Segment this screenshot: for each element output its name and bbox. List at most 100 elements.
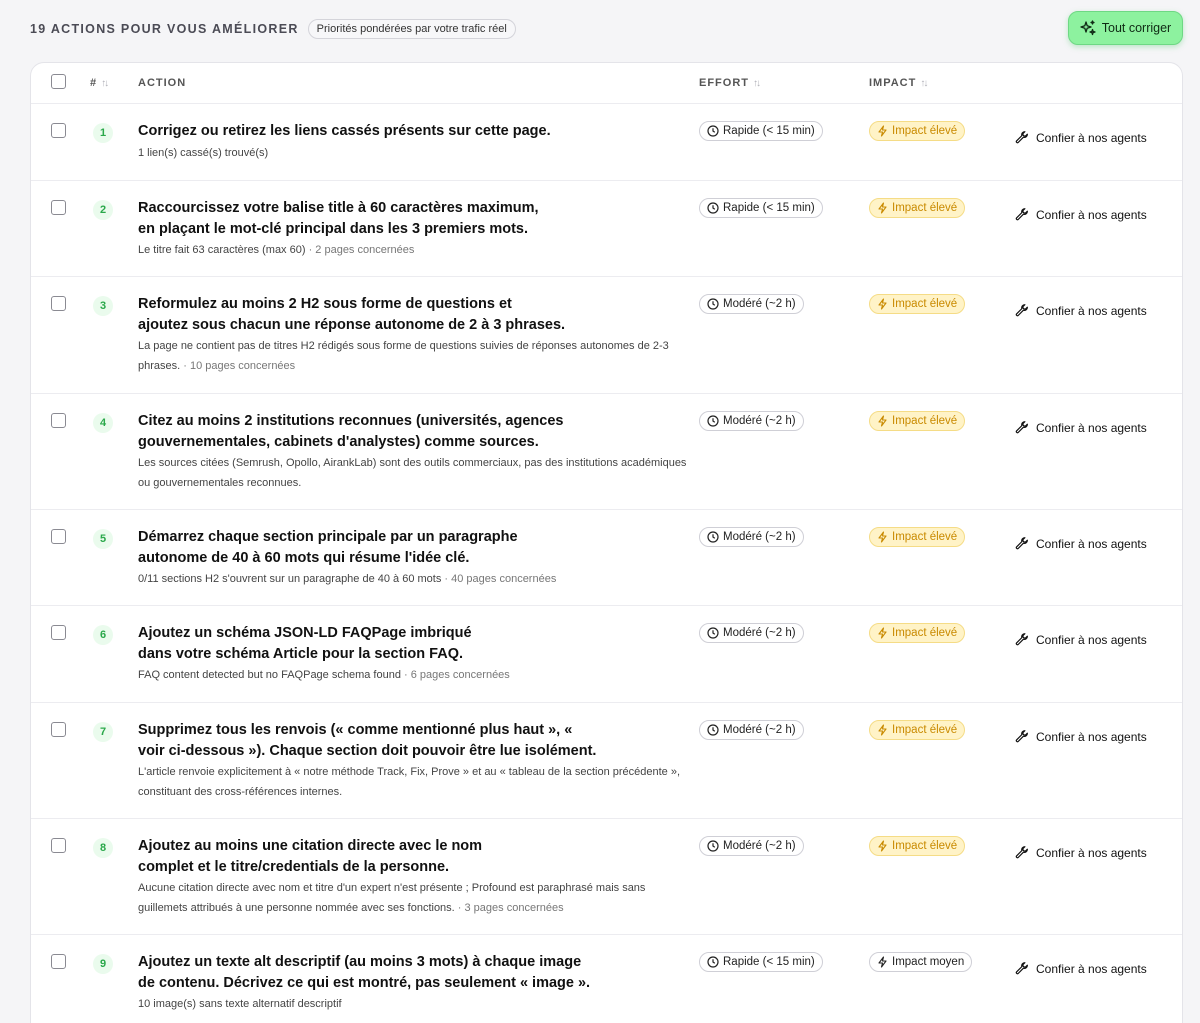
action-title: Supprimez tous les renvois (« comme ment…	[138, 722, 597, 759]
column-action-header: ACTION	[138, 77, 187, 89]
wrench-icon	[1015, 304, 1028, 317]
pages-count: · 6 pages concernées	[400, 669, 510, 681]
action-detail: Les sources citées (Semrush, Opollo, Air…	[138, 454, 688, 493]
action-detail-text: 1 lien(s) cassé(s) trouvé(s)	[138, 146, 269, 159]
impact-label: Impact élevé	[892, 531, 958, 543]
sparkles-icon	[1080, 20, 1096, 36]
fix-all-button[interactable]: Tout corriger	[1068, 11, 1183, 45]
row-checkbox[interactable]	[51, 529, 66, 544]
delegate-to-agents-button[interactable]: Confier à nos agents	[1015, 632, 1147, 647]
action-detail-text: Les sources citées (Semrush, Opollo, Air…	[138, 457, 687, 489]
priority-rank: 9	[93, 954, 113, 974]
row-checkbox[interactable]	[51, 200, 66, 215]
delegate-to-agents-button[interactable]: Confier à nos agents	[1015, 961, 1147, 976]
action-detail: 0/11 sections H2 s'ouvrent sur un paragr…	[138, 570, 688, 590]
delegate-label: Confier à nos agents	[1036, 207, 1147, 222]
lightning-bolt-icon	[878, 415, 887, 427]
action-detail-text: Aucune citation directe avec nom et titr…	[138, 882, 646, 914]
delegate-to-agents-button[interactable]: Confier à nos agents	[1015, 207, 1147, 222]
lightning-bolt-icon	[878, 724, 887, 736]
delegate-label: Confier à nos agents	[1036, 420, 1147, 435]
action-title: Ajoutez un texte alt descriptif (au moin…	[138, 954, 591, 991]
column-number-header[interactable]: # ↑↓	[90, 77, 109, 89]
delegate-to-agents-button[interactable]: Confier à nos agents	[1015, 729, 1147, 744]
wrench-icon	[1015, 208, 1028, 221]
actions-header: 19 ACTIONS POUR VOUS AMÉLIORER Priorités…	[30, 11, 1183, 45]
delegate-label: Confier à nos agents	[1036, 729, 1147, 744]
action-detail-text: 0/11 sections H2 s'ouvrent sur un paragr…	[138, 573, 442, 585]
lightning-bolt-icon	[878, 840, 887, 852]
effort-badge: Modéré (~2 h)	[699, 411, 804, 431]
effort-badge: Rapide (< 15 min)	[699, 198, 823, 218]
fix-all-label: Tout corriger	[1101, 21, 1172, 35]
effort-badge: Modéré (~2 h)	[699, 836, 804, 856]
delegate-label: Confier à nos agents	[1036, 130, 1147, 145]
effort-label: Modéré (~2 h)	[723, 724, 796, 736]
impact-label: Impact élevé	[892, 724, 958, 736]
action-cell: Démarrez chaque section principale par u…	[138, 527, 688, 590]
action-title: Ajoutez au moins une citation directe av…	[138, 838, 483, 875]
select-all-checkbox[interactable]	[51, 74, 66, 89]
delegate-to-agents-button[interactable]: Confier à nos agents	[1015, 303, 1147, 318]
action-title: Raccourcissez votre balise title à 60 ca…	[138, 200, 539, 237]
row-checkbox[interactable]	[51, 838, 66, 853]
clock-icon	[707, 298, 719, 310]
column-impact-header[interactable]: IMPACT ↑↓	[869, 77, 928, 89]
effort-badge: Rapide (< 15 min)	[699, 952, 823, 972]
action-detail-text: FAQ content detected but no FAQPage sche…	[138, 669, 401, 681]
sort-arrows-icon: ↑↓	[753, 77, 761, 89]
action-cell: Reformulez au moins 2 H2 sous forme de q…	[138, 294, 688, 376]
row-checkbox[interactable]	[51, 413, 66, 428]
sort-arrows-icon: ↑↓	[101, 77, 109, 89]
wrench-icon	[1015, 421, 1028, 434]
table-row: 3 Reformulez au moins 2 H2 sous forme de…	[31, 277, 1182, 394]
effort-label: Modéré (~2 h)	[723, 298, 796, 310]
table-row: 4 Citez au moins 2 institutions reconnue…	[31, 394, 1182, 510]
row-checkbox[interactable]	[51, 722, 66, 737]
impact-badge: Impact moyen	[869, 952, 973, 972]
clock-icon	[707, 531, 719, 543]
wrench-icon	[1015, 730, 1028, 743]
action-detail: 10 image(s) sans texte alternatif descri…	[138, 995, 688, 1015]
effort-label: Rapide (< 15 min)	[723, 125, 815, 137]
action-cell: Ajoutez un texte alt descriptif (au moin…	[138, 952, 688, 1015]
effort-badge: Modéré (~2 h)	[699, 527, 804, 547]
priority-rank: 5	[93, 529, 113, 549]
delegate-to-agents-button[interactable]: Confier à nos agents	[1015, 130, 1147, 145]
clock-icon	[707, 627, 719, 639]
column-effort-header[interactable]: EFFORT ↑↓	[699, 77, 761, 89]
effort-badge: Rapide (< 15 min)	[699, 121, 823, 141]
priority-rank: 3	[93, 296, 113, 316]
delegate-to-agents-button[interactable]: Confier à nos agents	[1015, 845, 1147, 860]
action-detail: La page ne contient pas de titres H2 réd…	[138, 337, 688, 376]
row-checkbox[interactable]	[51, 296, 66, 311]
action-detail-text: L'article renvoie explicitement à « notr…	[138, 766, 681, 798]
action-cell: Supprimez tous les renvois (« comme ment…	[138, 720, 688, 802]
impact-badge: Impact élevé	[869, 527, 966, 547]
delegate-to-agents-button[interactable]: Confier à nos agents	[1015, 536, 1147, 551]
lightning-bolt-icon	[878, 298, 887, 310]
effort-label: Rapide (< 15 min)	[723, 956, 815, 968]
delegate-label: Confier à nos agents	[1036, 632, 1147, 647]
action-cell: Corrigez ou retirez les liens cassés pré…	[138, 121, 688, 163]
row-checkbox[interactable]	[51, 625, 66, 640]
impact-label: Impact élevé	[892, 415, 958, 427]
row-checkbox[interactable]	[51, 123, 66, 138]
table-body: 1 Corrigez ou retirez les liens cassés p…	[31, 104, 1182, 1023]
impact-badge: Impact élevé	[869, 836, 966, 856]
action-cell: Raccourcissez votre balise title à 60 ca…	[138, 198, 688, 261]
effort-badge: Modéré (~2 h)	[699, 294, 804, 314]
impact-badge: Impact élevé	[869, 720, 966, 740]
action-cell: Ajoutez au moins une citation directe av…	[138, 836, 688, 918]
lightning-bolt-icon	[878, 531, 887, 543]
delegate-to-agents-button[interactable]: Confier à nos agents	[1015, 420, 1147, 435]
effort-label: Modéré (~2 h)	[723, 840, 796, 852]
priority-rank: 1	[93, 123, 113, 143]
effort-label: Modéré (~2 h)	[723, 415, 796, 427]
pages-count: · 2 pages concernées	[305, 244, 415, 256]
effort-label: Modéré (~2 h)	[723, 627, 796, 639]
wrench-icon	[1015, 846, 1028, 859]
action-detail: Le titre fait 63 caractères (max 60) · 2…	[138, 241, 688, 261]
row-checkbox[interactable]	[51, 954, 66, 969]
action-title: Citez au moins 2 institutions reconnues …	[138, 413, 564, 450]
